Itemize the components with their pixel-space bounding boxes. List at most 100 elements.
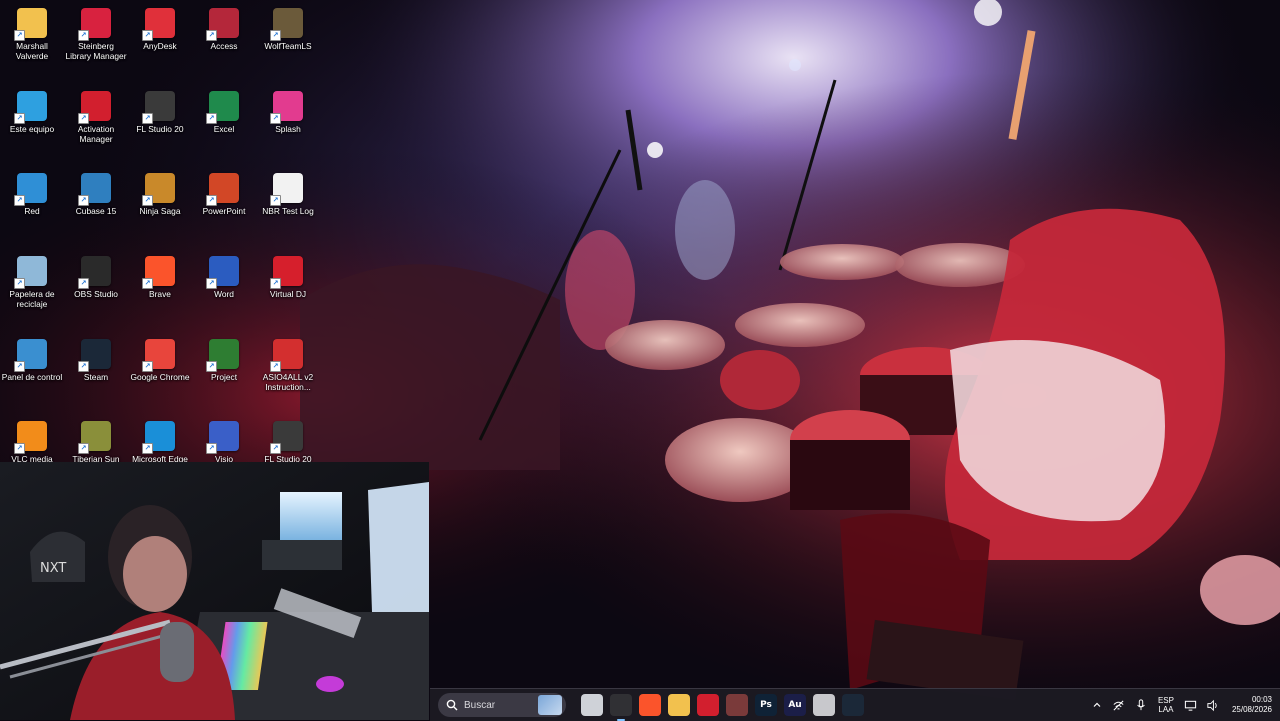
obs-icon: ↗ bbox=[78, 256, 111, 289]
audition-icon: Au bbox=[788, 700, 802, 710]
display-network-icon[interactable] bbox=[1184, 698, 1198, 712]
shortcut-arrow-icon: ↗ bbox=[14, 30, 25, 41]
taskbar-app-activation-manager[interactable] bbox=[697, 694, 719, 716]
desktop-icon[interactable]: ↗ AnyDesk bbox=[128, 4, 192, 51]
taskbar-app-obs[interactable] bbox=[610, 694, 632, 721]
taskbar-app-steam[interactable] bbox=[842, 694, 864, 716]
desktop-icon[interactable]: ↗ WolfTeamLS bbox=[256, 4, 320, 51]
virtual-dj-icon: ↗ bbox=[270, 256, 303, 289]
desktop-icon-label: Steinberg Library Manager bbox=[65, 41, 127, 61]
desktop-icon[interactable]: ↗ Visio bbox=[192, 417, 256, 464]
shortcut-arrow-icon: ↗ bbox=[206, 443, 217, 454]
desktop-icon-label: Este equipo bbox=[9, 124, 55, 134]
desktop-icon[interactable]: ↗ Marshall Valverde bbox=[0, 4, 64, 61]
chevron-up-icon[interactable] bbox=[1090, 698, 1104, 712]
search-icon bbox=[446, 699, 458, 711]
desktop-icon-label: Excel bbox=[213, 124, 235, 134]
desktop-icon-label: Papelera de reciclaje bbox=[9, 289, 55, 309]
taskbar-app-photoshop[interactable]: Ps bbox=[755, 694, 777, 716]
anydesk-icon: ↗ bbox=[142, 8, 175, 41]
vlc-icon: ↗ bbox=[14, 421, 47, 454]
desktop-icon-label: OBS Studio bbox=[74, 289, 118, 299]
desktop-icon-label: Steam bbox=[83, 372, 109, 382]
desktop-icon[interactable]: ↗ FL Studio 20 bbox=[256, 417, 320, 464]
excel-icon: ↗ bbox=[206, 91, 239, 124]
taskbar-app-audition[interactable]: Au bbox=[784, 694, 806, 716]
shortcut-arrow-icon: ↗ bbox=[270, 195, 281, 206]
taskbar-app-winrar[interactable] bbox=[726, 694, 748, 716]
network-off-icon[interactable] bbox=[1112, 698, 1126, 712]
desktop-icon[interactable]: ↗ Panel de control bbox=[0, 335, 64, 382]
desktop-icon[interactable]: ↗ Red bbox=[0, 169, 64, 216]
desktop-icon-label: AnyDesk bbox=[143, 41, 177, 51]
desktop-icon[interactable]: ↗ Papelera de reciclaje bbox=[0, 252, 64, 309]
control-panel-icon: ↗ bbox=[14, 339, 47, 372]
shortcut-arrow-icon: ↗ bbox=[142, 30, 153, 41]
desktop-icon-label: Red bbox=[24, 206, 40, 216]
desktop-icon-label: ASIO4ALL v2 Instruction... bbox=[262, 372, 314, 392]
taskbar: Buscar Ps Au ESP LAA 00:03 25/08/2026 bbox=[430, 688, 1280, 721]
microphone-icon[interactable] bbox=[1134, 698, 1148, 712]
webcam-overlay: NXT bbox=[0, 462, 429, 720]
desktop-icon[interactable]: ↗ Tiberian Sun bbox=[64, 417, 128, 464]
pdf-icon: ↗ bbox=[270, 339, 303, 372]
shortcut-arrow-icon: ↗ bbox=[142, 113, 153, 124]
shortcut-arrow-icon: ↗ bbox=[14, 361, 25, 372]
desktop-icon-label: Project bbox=[210, 372, 238, 382]
shortcut-arrow-icon: ↗ bbox=[270, 361, 281, 372]
svg-text:NXT: NXT bbox=[40, 561, 66, 576]
wolfteam-icon: ↗ bbox=[270, 8, 303, 41]
desktop-icon[interactable]: ↗ Word bbox=[192, 252, 256, 299]
taskbar-clock[interactable]: 00:03 25/08/2026 bbox=[1232, 695, 1272, 715]
desktop-icon[interactable]: ↗ Cubase 15 bbox=[64, 169, 128, 216]
desktop-icon[interactable]: ↗ Access bbox=[192, 4, 256, 51]
desktop-icon[interactable]: ↗ Steam bbox=[64, 335, 128, 382]
shortcut-arrow-icon: ↗ bbox=[78, 443, 89, 454]
desktop-icon[interactable]: ↗ Excel bbox=[192, 87, 256, 134]
desktop-icon-label: Ninja Saga bbox=[139, 206, 181, 216]
shortcut-arrow-icon: ↗ bbox=[142, 278, 153, 289]
shortcut-arrow-icon: ↗ bbox=[206, 30, 217, 41]
text-file-icon: ↗ bbox=[270, 173, 303, 206]
input-language-indicator[interactable]: ESP LAA bbox=[1158, 696, 1174, 714]
desktop-icon[interactable]: ↗ Project bbox=[192, 335, 256, 382]
desktop-icon[interactable]: ↗ Steinberg Library Manager bbox=[64, 4, 128, 61]
keyboard-layout-code: LAA bbox=[1158, 705, 1174, 714]
taskbar-app-blank-window[interactable] bbox=[813, 694, 835, 716]
taskbar-app-file-explorer[interactable] bbox=[668, 694, 690, 716]
desktop-icon-label: Marshall Valverde bbox=[15, 41, 49, 61]
desktop-icon[interactable]: ↗ Ninja Saga bbox=[128, 169, 192, 216]
language-code: ESP bbox=[1157, 696, 1174, 705]
desktop-icon[interactable]: ↗ OBS Studio bbox=[64, 252, 128, 299]
taskbar-app-brave[interactable] bbox=[639, 694, 661, 716]
tiberian-sun-icon: ↗ bbox=[78, 421, 111, 454]
desktop-icon-label: PowerPoint bbox=[202, 206, 246, 216]
desktop-icon[interactable]: ↗ Virtual DJ bbox=[256, 252, 320, 299]
shortcut-arrow-icon: ↗ bbox=[270, 30, 281, 41]
shortcut-arrow-icon: ↗ bbox=[142, 195, 153, 206]
visio-icon: ↗ bbox=[206, 421, 239, 454]
steinberg-library-icon: ↗ bbox=[78, 8, 111, 41]
desktop-icon[interactable]: ↗ Splash bbox=[256, 87, 320, 134]
brave-icon: ↗ bbox=[142, 256, 175, 289]
desktop-icon[interactable]: ↗ Microsoft Edge bbox=[128, 417, 192, 464]
folder-icon: ↗ bbox=[14, 8, 47, 41]
desktop-icon[interactable]: ↗ NBR Test Log bbox=[256, 169, 320, 216]
volume-icon[interactable] bbox=[1206, 698, 1220, 712]
taskbar-search-box[interactable]: Buscar bbox=[438, 693, 566, 717]
shortcut-arrow-icon: ↗ bbox=[270, 113, 281, 124]
desktop-icon[interactable]: ↗ Google Chrome bbox=[128, 335, 192, 382]
taskbar-app-task-view[interactable] bbox=[581, 694, 603, 716]
desktop-icon-label: Google Chrome bbox=[130, 372, 190, 382]
desktop-icon-label: Panel de control bbox=[1, 372, 63, 382]
desktop-icon[interactable]: ↗ Activation Manager bbox=[64, 87, 128, 144]
desktop-icon[interactable]: ↗ Brave bbox=[128, 252, 192, 299]
desktop-icon[interactable]: ↗ Este equipo bbox=[0, 87, 64, 134]
shortcut-arrow-icon: ↗ bbox=[142, 443, 153, 454]
project-icon: ↗ bbox=[206, 339, 239, 372]
desktop-icon[interactable]: ↗ FL Studio 20 bbox=[128, 87, 192, 134]
desktop-icon[interactable]: ↗ ASIO4ALL v2 Instruction... bbox=[256, 335, 320, 392]
chrome-icon: ↗ bbox=[142, 339, 175, 372]
desktop-icon-label: FL Studio 20 bbox=[136, 124, 184, 134]
desktop-icon[interactable]: ↗ PowerPoint bbox=[192, 169, 256, 216]
